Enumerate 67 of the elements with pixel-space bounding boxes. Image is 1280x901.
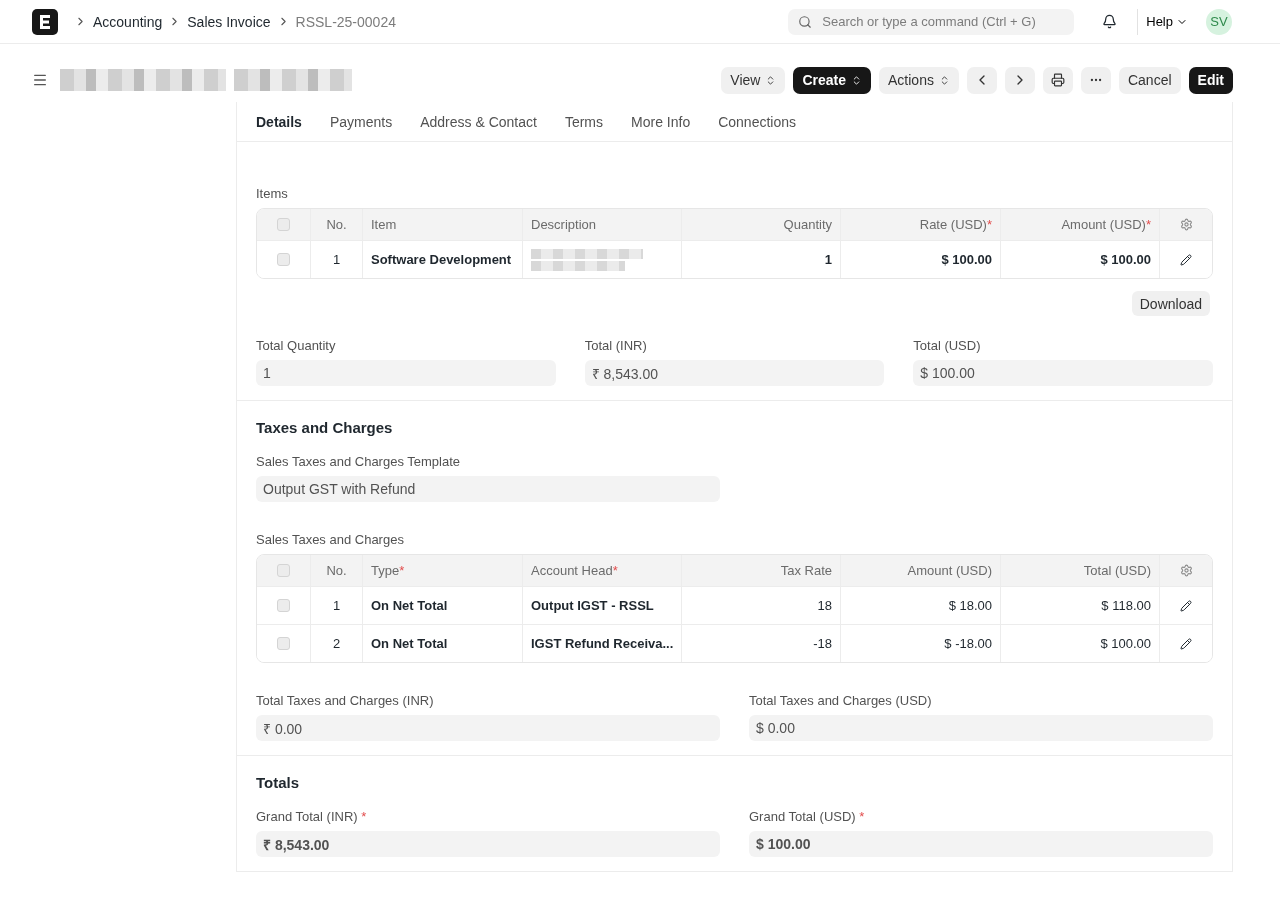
settings-icon[interactable] — [1179, 218, 1193, 231]
breadcrumb-link[interactable]: Sales Invoice — [187, 13, 271, 30]
checkbox[interactable] — [277, 218, 290, 231]
field-value[interactable]: ₹ 8,543.00 — [584, 360, 885, 386]
download-button[interactable]: Download — [1131, 291, 1210, 316]
table-cell: IGST Refund Receiva... — [523, 625, 682, 662]
field-label: Grand Total (USD) * — [749, 809, 866, 824]
edit-icon[interactable] — [1180, 599, 1192, 612]
table-cell: Software Development — [363, 241, 523, 278]
table-label: Sales Taxes and Charges — [256, 532, 405, 547]
field-label: Total (USD) — [913, 338, 982, 353]
edit-icon[interactable] — [1180, 637, 1192, 650]
tab[interactable]: Terms — [564, 113, 604, 130]
app-logo[interactable] — [32, 8, 58, 35]
table-cell: On Net Total — [363, 625, 523, 662]
checkbox[interactable] — [277, 637, 290, 650]
table-cell: 2 — [311, 625, 363, 662]
field-value[interactable]: ₹ 8,543.00 — [256, 831, 720, 857]
field-label: Grand Total (INR) * — [256, 809, 368, 824]
field-value[interactable]: Output GST with Refund — [256, 476, 720, 502]
field-label: Sales Taxes and Charges Template — [256, 454, 462, 469]
section-title: Totals — [256, 774, 301, 791]
print-button[interactable] — [1042, 66, 1073, 94]
tab[interactable]: Details — [256, 113, 302, 130]
printer-icon — [1050, 73, 1065, 87]
settings-icon[interactable] — [1179, 564, 1193, 577]
dropdown-button[interactable]: View — [721, 66, 786, 94]
breadcrumb-link[interactable]: RSSL-25-00024 — [295, 13, 396, 30]
dropdown-button[interactable]: Actions — [879, 66, 959, 94]
tab[interactable]: Connections — [718, 113, 796, 130]
table-cell: -18 — [682, 625, 841, 662]
bell-icon[interactable] — [1102, 14, 1118, 29]
search-icon — [798, 14, 813, 29]
help-menu[interactable]: Help — [1137, 8, 1196, 35]
tab[interactable]: Address & Contact — [420, 113, 537, 130]
menu-icon[interactable] — [32, 72, 48, 88]
toolbar-button[interactable]: Cancel — [1118, 66, 1181, 94]
table-cell: 1 — [311, 241, 363, 278]
edit-icon[interactable] — [1180, 253, 1192, 266]
field-value[interactable]: $ 100.00 — [749, 831, 1213, 857]
section-title: Taxes and Charges — [256, 419, 394, 436]
table-cell: $ 100.00 — [1001, 625, 1160, 662]
field-value[interactable]: $ 100.00 — [913, 360, 1213, 386]
checkbox[interactable] — [277, 253, 290, 266]
checkbox[interactable] — [277, 599, 290, 612]
field-label: Total Quantity — [256, 338, 337, 353]
table-cell: $ 100.00 — [841, 241, 1001, 278]
previous-button[interactable] — [966, 66, 997, 94]
table-cell: $ 100.00 — [1001, 241, 1160, 278]
checkbox[interactable] — [277, 564, 290, 577]
field-label: Total (INR) — [584, 338, 648, 353]
field-label: Total Taxes and Charges (USD) — [749, 693, 933, 708]
primary-button[interactable]: Edit — [1188, 66, 1233, 94]
table-cell: 1 — [682, 241, 841, 278]
field-value[interactable]: $ 0.00 — [749, 715, 1213, 741]
tab[interactable]: Payments — [329, 113, 393, 130]
table-cell: $ -18.00 — [841, 625, 1001, 662]
user-avatar[interactable]: SV — [1206, 8, 1232, 35]
field-value[interactable]: 1 — [256, 360, 556, 386]
field-value[interactable]: ₹ 0.00 — [256, 715, 720, 741]
search-field[interactable]: Search or type a command (Ctrl + G) — [788, 8, 1075, 35]
dropdown-button[interactable]: Create — [793, 66, 872, 94]
table-label: Items — [256, 186, 289, 201]
tab[interactable]: More Info — [631, 113, 691, 130]
field-label: Total Taxes and Charges (INR) — [256, 693, 435, 708]
breadcrumb-link[interactable]: Accounting — [93, 13, 163, 30]
next-button[interactable] — [1004, 66, 1035, 94]
